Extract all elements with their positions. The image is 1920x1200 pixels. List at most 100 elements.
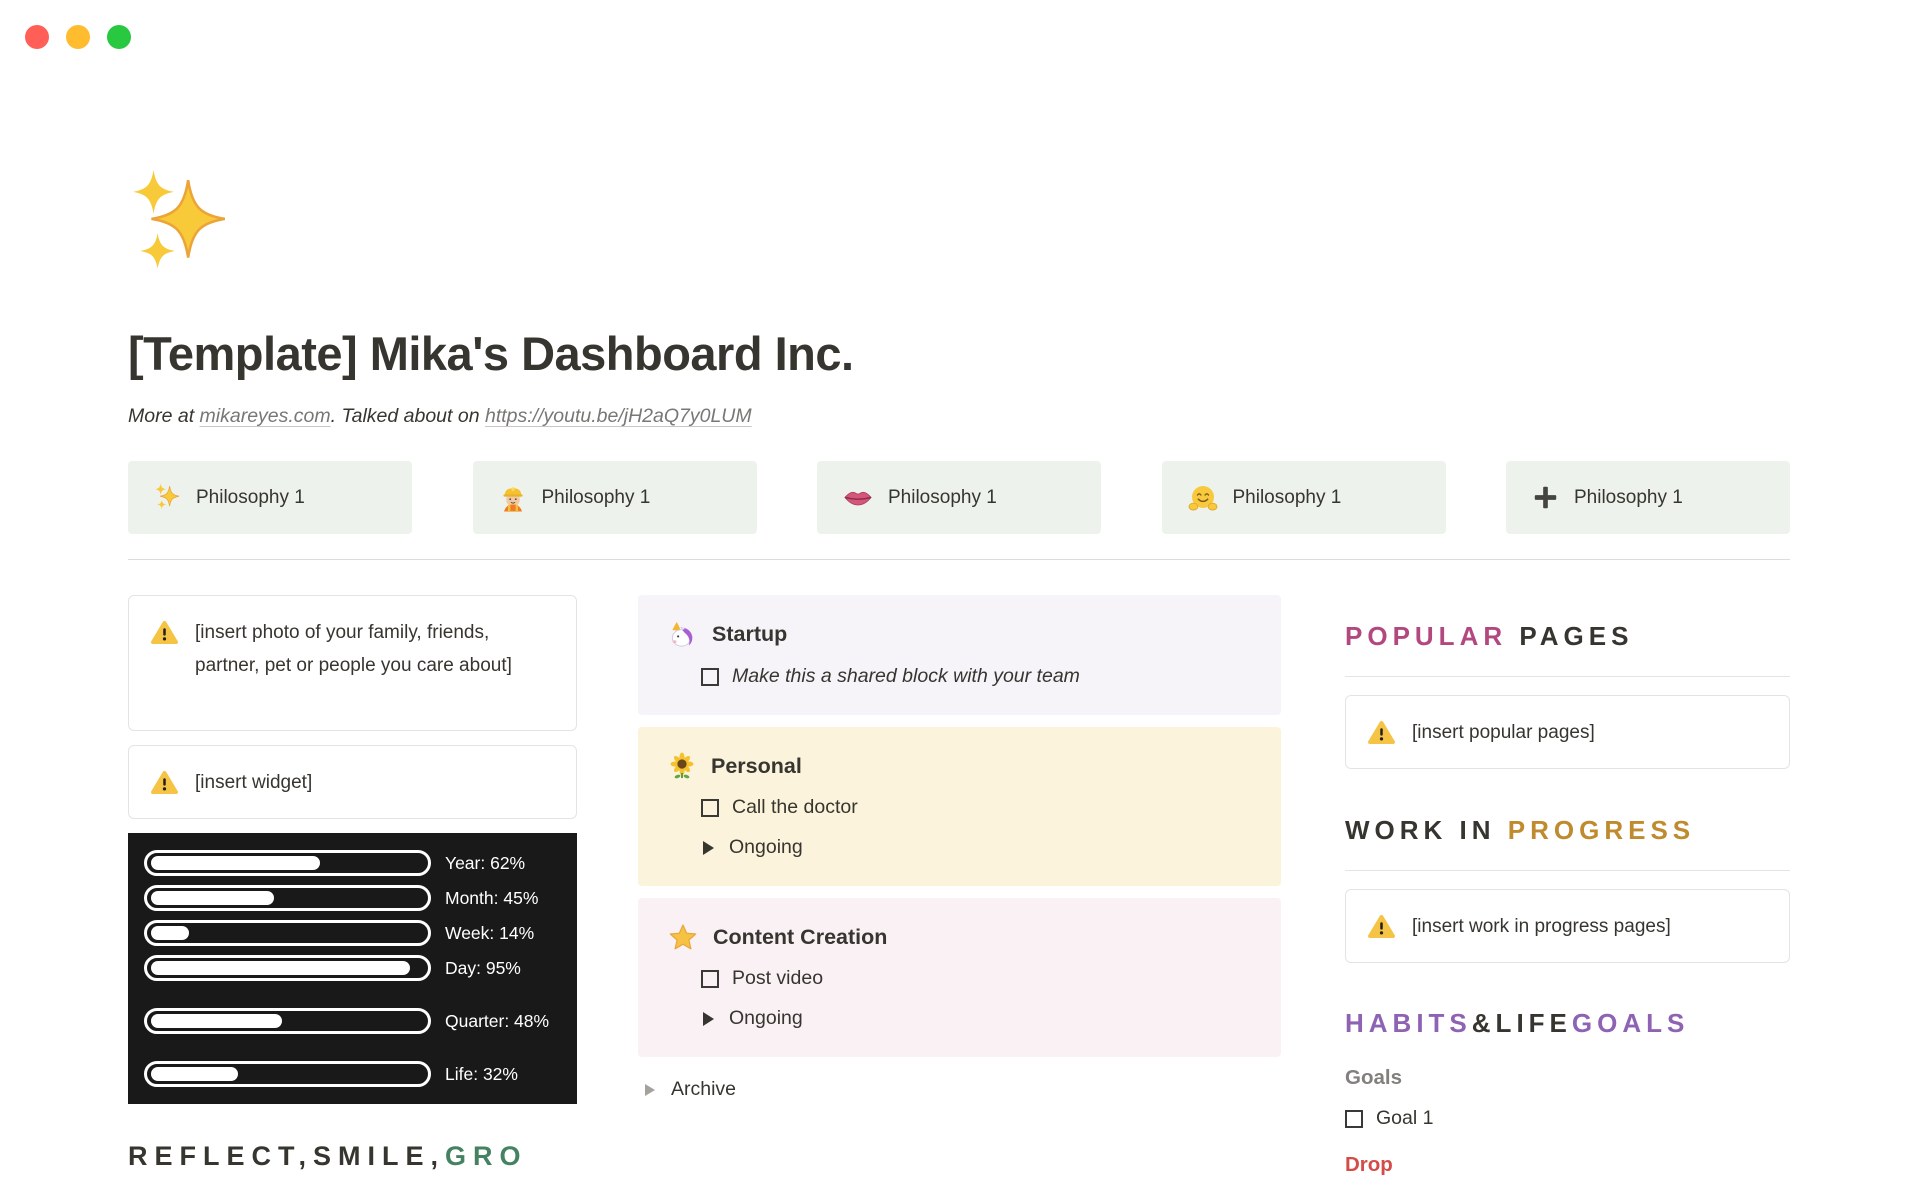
progress-track [144, 850, 431, 876]
content-creation-card-title: Content Creation [713, 924, 888, 949]
window-controls [25, 25, 131, 49]
checkbox-unchecked[interactable] [1345, 1109, 1363, 1128]
todo-post-video[interactable]: Post video [701, 967, 1251, 990]
heading-part: WORK IN [1345, 815, 1508, 845]
progress-row-day: Day: 95% [144, 955, 561, 981]
heading-part: GOALS [1571, 1008, 1690, 1038]
notion-page: [Template] Mika's Dashboard Inc. More at… [128, 0, 1790, 1177]
progress-row-life: Life: 32% [144, 1061, 561, 1087]
mikareyes-link[interactable]: mikareyes.com [200, 405, 331, 427]
toggle-triangle-icon [703, 1011, 714, 1026]
philosophy-button-row: Philosophy 1 Philosophy 1 Philosophy 1 P… [128, 461, 1790, 534]
philosophy-button-label: Philosophy 1 [1232, 486, 1342, 508]
philosophy-button-label: Philosophy 1 [888, 486, 997, 508]
progress-label: Month: 45% [445, 888, 539, 908]
content-creation-card-items: Post video Ongoing [701, 967, 1251, 1030]
checkbox-unchecked[interactable] [701, 798, 719, 817]
heading-part: HABITS [1345, 1008, 1472, 1038]
widget-callout-text: [insert widget] [195, 771, 313, 793]
subtitle-text: More at [128, 405, 200, 427]
content-creation-card-header: Content Creation [668, 923, 1251, 951]
section-divider [1345, 676, 1790, 677]
personal-card-title: Personal [711, 753, 802, 778]
progress-row-quarter: Quarter: 48% [144, 990, 561, 1052]
work-in-progress-heading: WORK IN PROGRESS [1345, 815, 1790, 846]
progress-fill [151, 1067, 239, 1081]
heading-part: PAGES [1519, 621, 1634, 651]
sparkles-icon [155, 483, 180, 510]
philosophy-button-5[interactable]: Philosophy 1 [1506, 461, 1790, 534]
construction-worker-icon [502, 486, 523, 511]
warning-icon [151, 770, 178, 794]
center-column: Startup Make this a shared block with yo… [638, 595, 1281, 1101]
todo-goal-1[interactable]: Goal 1 [1345, 1107, 1790, 1130]
close-window-button[interactable] [25, 25, 49, 49]
right-column: POPULAR PAGES [insert popular pages] WOR… [1345, 595, 1790, 1177]
habits-life-goals-heading: HABITS&LIFEGOALS [1345, 1008, 1790, 1039]
philosophy-button-3[interactable]: Philosophy 1 [817, 461, 1101, 534]
goals-subheading: Goals [1345, 1066, 1402, 1089]
philosophy-button-label: Philosophy 1 [1574, 486, 1683, 508]
popular-pages-callout: [insert popular pages] [1345, 695, 1790, 769]
philosophy-button-label: Philosophy 1 [196, 486, 305, 508]
startup-card: Startup Make this a shared block with yo… [638, 595, 1281, 715]
content-creation-card: Content Creation Post video Ongoing [638, 898, 1281, 1057]
warning-icon [1368, 914, 1395, 938]
photo-callout-text: [insert photo of your family, friends, p… [195, 622, 512, 676]
work-in-progress-callout-text: [insert work in progress pages] [1412, 915, 1671, 937]
checkbox-unchecked[interactable] [701, 667, 719, 686]
section-divider [128, 559, 1790, 560]
plus-icon [1534, 486, 1557, 509]
philosophy-button-1[interactable]: Philosophy 1 [128, 461, 412, 534]
progress-label: Quarter: 48% [445, 1011, 550, 1031]
todo-shared-block[interactable]: Make this a shared block with your team [701, 665, 1251, 688]
page-title: [Template] Mika's Dashboard Inc. [128, 327, 854, 380]
unicorn-icon [671, 621, 693, 647]
personal-card-header: Personal [668, 752, 1251, 780]
philosophy-button-2[interactable]: Philosophy 1 [472, 461, 757, 534]
drop-heading: Drop [1345, 1153, 1393, 1176]
progress-track [144, 1061, 431, 1087]
personal-card: Personal Call the doctor Ongoing [638, 727, 1281, 886]
archive-toggle[interactable]: Archive [645, 1078, 1281, 1101]
sparkles-icon[interactable] [128, 168, 232, 280]
popular-pages-heading: POPULAR PAGES [1345, 621, 1790, 652]
progress-label: Week: 14% [445, 923, 535, 943]
motto-heading: REFLECT,SMILE,GRO [128, 1141, 577, 1172]
youtube-link[interactable]: https://youtu.be/jH2aQ7y0LUM [485, 405, 752, 427]
toggle-label: Ongoing [729, 1007, 803, 1029]
progress-fill [151, 1014, 283, 1028]
todo-label: Goal 1 [1376, 1107, 1434, 1129]
progress-label: Life: 32% [445, 1064, 518, 1084]
motto-green-part: GRO [445, 1141, 528, 1171]
photo-callout: [insert photo of your family, friends, p… [128, 595, 577, 731]
ongoing-toggle[interactable]: Ongoing [703, 1007, 1251, 1030]
dashboard-columns: [insert photo of your family, friends, p… [128, 595, 1790, 1177]
motto-dark-part: REFLECT,SMILE, [128, 1141, 446, 1171]
progress-row-week: Week: 14% [144, 920, 561, 946]
progress-row-year: Year: 62% [144, 850, 561, 876]
progress-track [144, 955, 431, 981]
checkbox-unchecked[interactable] [701, 969, 719, 988]
section-divider [1345, 870, 1790, 871]
todo-label: Make this a shared block with your team [732, 665, 1080, 687]
philosophy-button-4[interactable]: Philosophy 1 [1161, 461, 1446, 534]
ongoing-toggle[interactable]: Ongoing [703, 836, 1251, 859]
progress-track [144, 920, 431, 946]
heading-part: POPULAR [1345, 621, 1520, 651]
page-subtitle: More at mikareyes.com. Talked about on h… [128, 405, 1790, 428]
warning-icon [1368, 720, 1395, 744]
minimize-window-button[interactable] [66, 25, 90, 49]
progress-fill [151, 961, 411, 975]
todo-call-doctor[interactable]: Call the doctor [701, 796, 1251, 819]
toggle-label: Ongoing [729, 836, 803, 858]
work-in-progress-callout: [insert work in progress pages] [1345, 889, 1790, 963]
progress-fill [151, 891, 274, 905]
progress-track [144, 1008, 431, 1034]
startup-card-title: Startup [712, 622, 788, 646]
progress-track [144, 885, 431, 911]
startup-card-items: Make this a shared block with your team [701, 665, 1251, 688]
archive-label: Archive [671, 1078, 737, 1100]
popular-pages-callout-text: [insert popular pages] [1412, 721, 1595, 743]
progress-label: Year: 62% [445, 853, 526, 873]
